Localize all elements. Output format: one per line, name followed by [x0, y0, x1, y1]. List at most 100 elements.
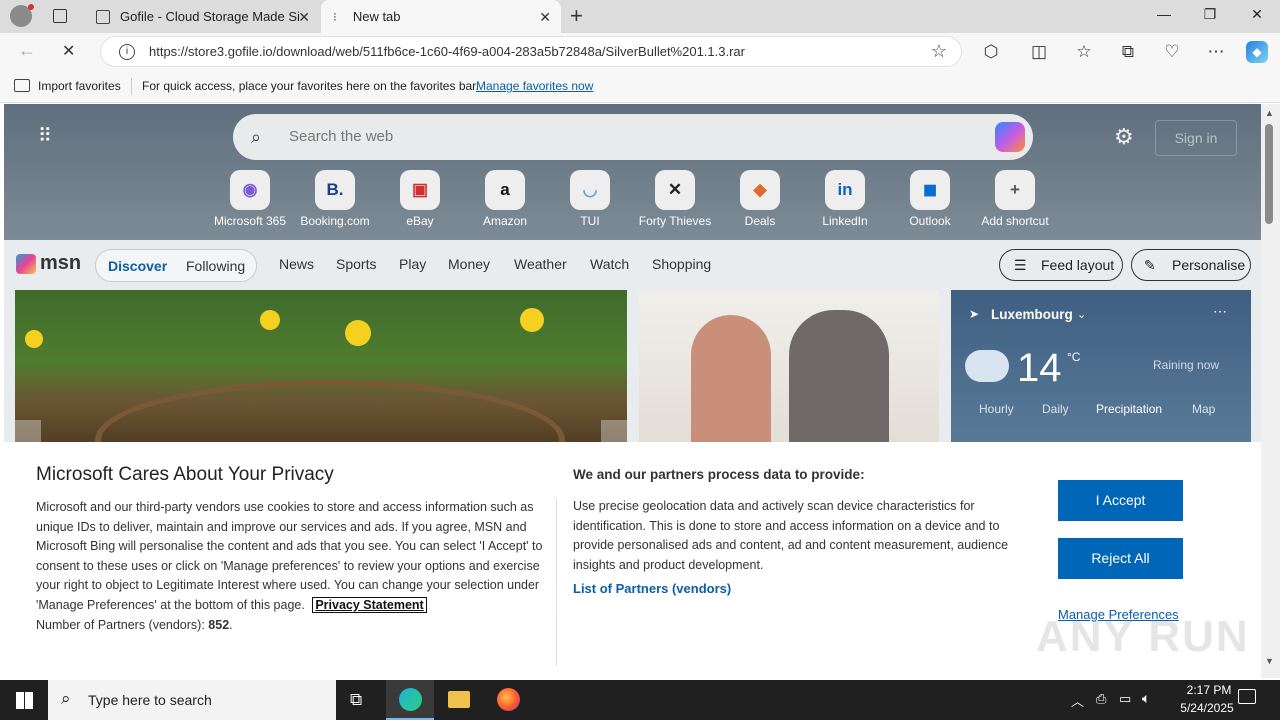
device-icon[interactable]: ⎙	[1096, 691, 1106, 707]
data-processing-title: We and our partners process data to prov…	[573, 467, 865, 482]
back-icon[interactable]: ←	[18, 40, 36, 61]
new-tab-button[interactable]: +	[570, 3, 583, 29]
chevron-down-icon[interactable]: ⌄	[1077, 308, 1086, 321]
tab-new-tab[interactable]: ⁝ New tab ✕	[321, 0, 561, 33]
shortcut-booking-com[interactable]: B. Booking.com	[293, 170, 377, 228]
restore-icon[interactable]: ❐	[1200, 6, 1220, 23]
shortcut-label: eBay	[406, 214, 434, 228]
file-explorer-icon[interactable]	[448, 691, 470, 708]
tab-gofile[interactable]: Gofile - Cloud Storage Made Sim ✕	[84, 0, 320, 33]
nav-watch[interactable]: Watch	[590, 256, 629, 272]
scroll-down-icon[interactable]: ▼	[1265, 656, 1274, 666]
manage-favorites-link[interactable]: Manage favorites now	[476, 79, 593, 93]
taskbar-search-placeholder: Type here to search	[88, 692, 212, 708]
stop-loading-icon[interactable]: ✕	[62, 41, 75, 61]
tab-following[interactable]: Following	[186, 258, 245, 274]
privacy-consent-banner: Microsoft Cares About Your Privacy Micro…	[4, 442, 1261, 678]
news-card-dandelions[interactable]	[15, 290, 627, 500]
loading-icon: ⁝	[333, 9, 337, 24]
edge-icon	[399, 688, 422, 711]
minimize-icon[interactable]: —	[1154, 6, 1174, 22]
site-info-icon[interactable]: i	[119, 44, 135, 60]
shortcut-label: LinkedIn	[822, 214, 868, 228]
shortcut-deals[interactable]: ◆ Deals	[718, 170, 802, 228]
nav-shopping[interactable]: Shopping	[652, 256, 711, 272]
weather-tab-hourly[interactable]: Hourly	[979, 402, 1014, 416]
volume-icon[interactable]: 🔈︎	[1142, 690, 1150, 707]
scrollbar-thumb[interactable]	[1265, 124, 1273, 224]
sign-in-button[interactable]: Sign in	[1155, 120, 1237, 156]
favorites-icon[interactable]: ☆	[1073, 41, 1095, 63]
web-search-box[interactable]: ⌕ Search the web	[233, 114, 1033, 160]
shortcut-outlook[interactable]: ◼ Outlook	[888, 170, 972, 228]
import-favorites-button[interactable]: Import favorites	[38, 79, 121, 93]
collections-icon[interactable]: ⧉	[1117, 41, 1139, 63]
shortcut-tui[interactable]: ◡ TUI	[548, 170, 632, 228]
reject-all-button[interactable]: Reject All	[1058, 538, 1183, 579]
more-options-icon[interactable]: ⋯	[1205, 41, 1227, 63]
notifications-icon[interactable]	[1238, 689, 1256, 704]
shortcut-forty-thieves[interactable]: ✕ Forty Thieves	[633, 170, 717, 228]
shortcut-add-shortcut[interactable]: + Add shortcut	[973, 170, 1057, 228]
network-icon[interactable]: ▭	[1119, 691, 1131, 707]
linkedin-icon: in	[825, 170, 865, 210]
browser-essentials-icon[interactable]: ♡	[1161, 41, 1183, 63]
forty-thieves-icon: ✕	[655, 170, 695, 210]
extensions-icon[interactable]: ⬡	[980, 41, 1002, 63]
rain-cloud-icon	[965, 350, 1009, 382]
copilot-search-icon[interactable]	[995, 122, 1025, 152]
plus-icon: +	[995, 170, 1035, 210]
close-tab-icon[interactable]: ✕	[298, 9, 310, 26]
news-card-couple[interactable]	[639, 290, 939, 450]
window-close-icon[interactable]: ✕	[1247, 6, 1267, 23]
task-view-icon[interactable]: ⧉	[350, 690, 362, 710]
privacy-statement-link[interactable]: Privacy Statement	[312, 596, 427, 613]
split-screen-icon[interactable]: ◫	[1028, 41, 1050, 63]
shortcut-ebay[interactable]: ▣ eBay	[378, 170, 462, 228]
tab-actions-icon[interactable]	[53, 9, 67, 23]
copilot-icon[interactable]: ◆	[1246, 41, 1268, 63]
feed-layout-button[interactable]: ☰ Feed layout	[999, 249, 1123, 281]
close-tab-icon[interactable]: ✕	[539, 9, 551, 26]
weather-location[interactable]: Luxembourg	[991, 307, 1073, 322]
partners-count-suffix: .	[229, 617, 233, 632]
temperature-unit: °C	[1067, 350, 1081, 364]
accept-button[interactable]: I Accept	[1058, 480, 1183, 521]
favorite-star-icon[interactable]: ☆	[931, 37, 947, 66]
shortcut-linkedin[interactable]: in LinkedIn	[803, 170, 887, 228]
privacy-body: Microsoft and our third-party vendors us…	[36, 498, 544, 635]
m365-icon: ◉	[230, 170, 270, 210]
show-hidden-icons-icon[interactable]: ︿	[1071, 691, 1084, 710]
clock-date[interactable]: 5/24/2025	[1166, 701, 1248, 715]
flower-dot	[520, 308, 544, 332]
weather-tab-daily[interactable]: Daily	[1042, 402, 1069, 416]
nav-sports[interactable]: Sports	[336, 256, 376, 272]
nav-play[interactable]: Play	[399, 256, 426, 272]
page-scrollbar[interactable]: ▲ ▼	[1261, 104, 1280, 678]
nav-news[interactable]: News	[279, 256, 314, 272]
shortcut-amazon[interactable]: a Amazon	[463, 170, 547, 228]
msn-logo[interactable]: msn	[16, 252, 81, 275]
weather-tab-precipitation[interactable]: Precipitation	[1096, 402, 1162, 416]
shortcut-microsoft-365[interactable]: ◉ Microsoft 365	[208, 170, 292, 228]
taskbar-search-box[interactable]: ⌕ Type here to search	[48, 680, 336, 720]
personalise-button[interactable]: ✎ Personalise	[1131, 249, 1251, 281]
weather-card[interactable]: ➤ Luxembourg ⌄ ⋯ 14 °C Raining now Hourl…	[951, 290, 1251, 450]
clock-time[interactable]: 2:17 PM	[1173, 683, 1245, 697]
list-of-partners-link[interactable]: List of Partners (vendors)	[573, 581, 731, 596]
start-windows-icon[interactable]	[16, 692, 33, 709]
edge-taskbar-icon[interactable]	[386, 680, 434, 720]
msn-logo-text: msn	[40, 252, 82, 274]
nav-money[interactable]: Money	[448, 256, 490, 272]
import-favorites-icon[interactable]	[14, 79, 30, 92]
nav-weather[interactable]: Weather	[514, 256, 567, 272]
settings-gear-icon[interactable]: ⚙	[1114, 124, 1134, 150]
address-bar[interactable]: i https://store3.gofile.io/download/web/…	[100, 36, 962, 67]
tab-discover[interactable]: Discover	[108, 258, 167, 274]
apps-launcher-icon[interactable]: ⠿	[38, 127, 58, 148]
shortcut-label: Booking.com	[300, 214, 370, 228]
more-icon[interactable]: ⋯	[1213, 303, 1227, 320]
weather-tab-map[interactable]: Map	[1192, 402, 1215, 416]
firefox-icon[interactable]	[497, 688, 520, 711]
scroll-up-icon[interactable]: ▲	[1265, 108, 1274, 118]
